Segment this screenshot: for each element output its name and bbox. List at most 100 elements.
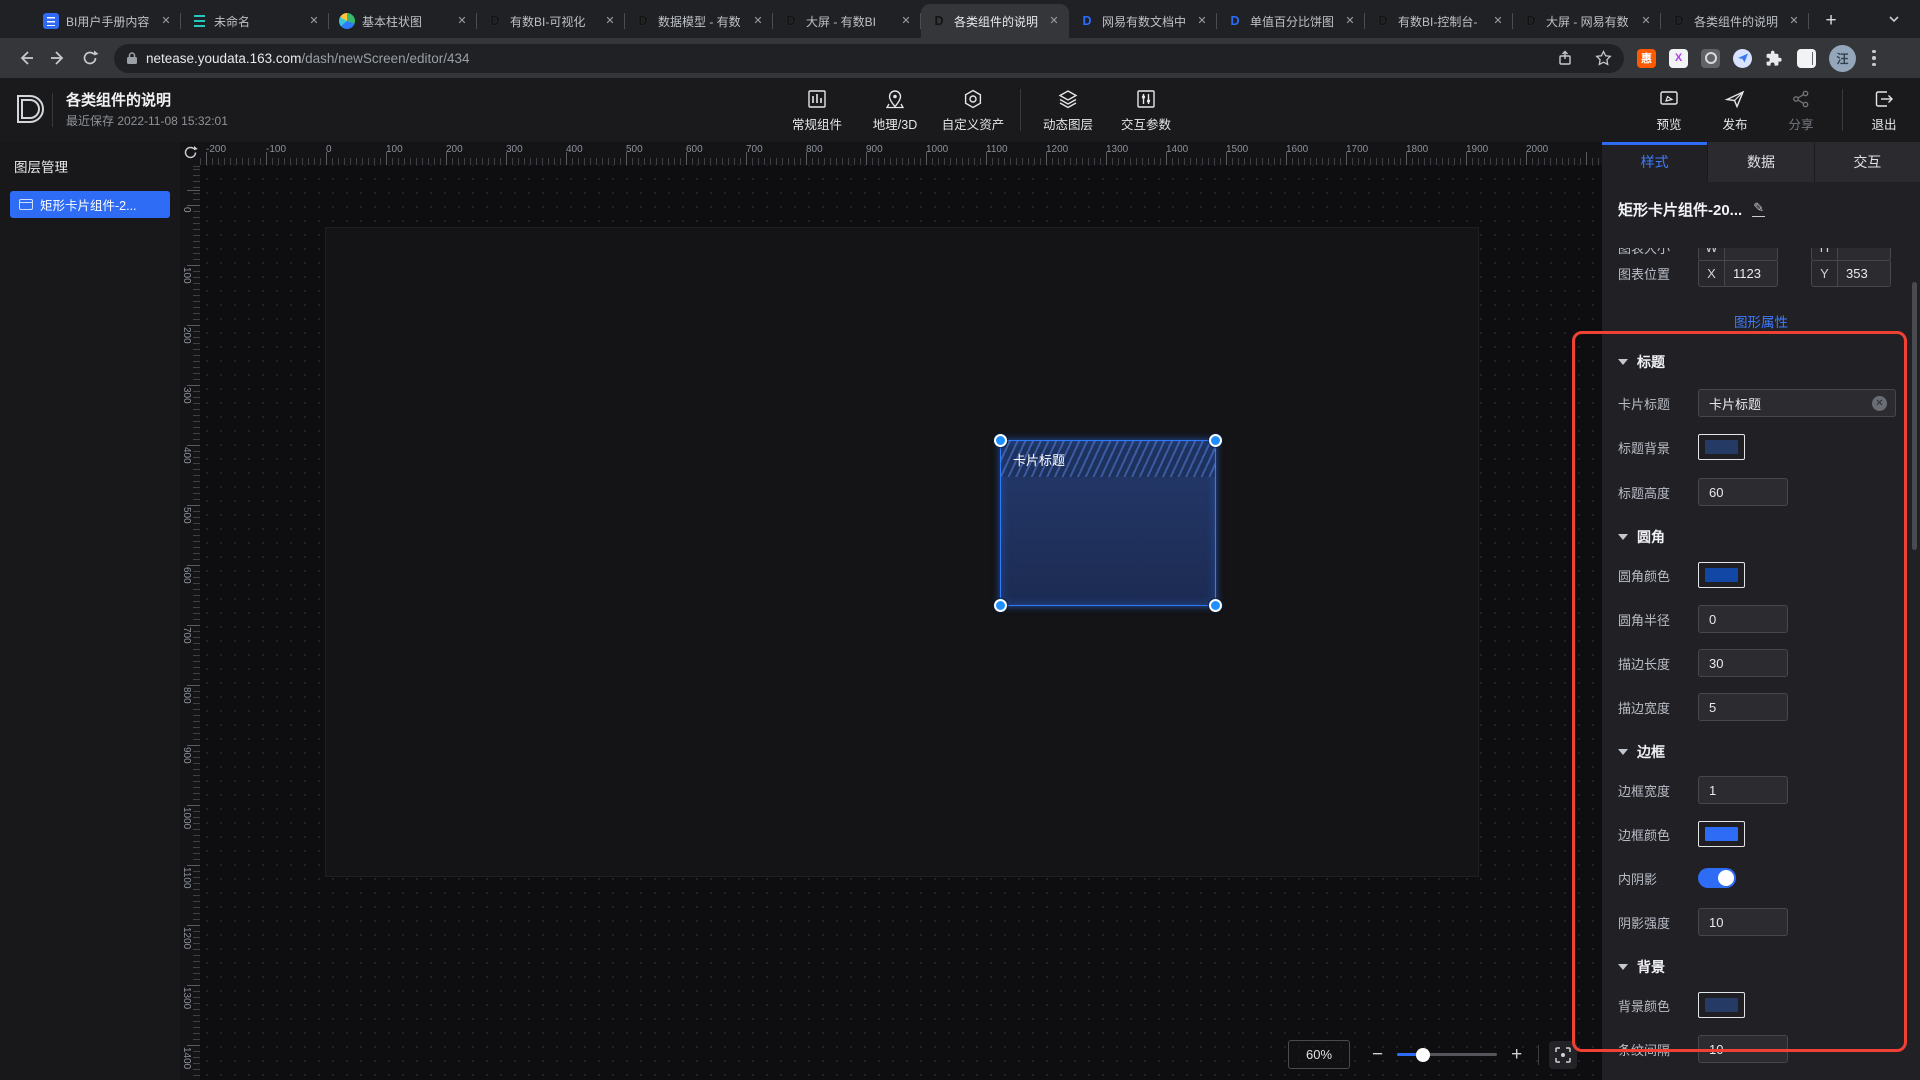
browser-tab[interactable]: 有数BI-可视化 ✕ bbox=[477, 4, 625, 38]
background-color-picker[interactable] bbox=[1698, 992, 1745, 1018]
tab-close-icon[interactable]: ✕ bbox=[306, 13, 322, 29]
browser-tab[interactable]: 数据模型 - 有数 ✕ bbox=[625, 4, 773, 38]
browser-tab[interactable]: 单值百分比饼图 ✕ bbox=[1217, 4, 1365, 38]
browser-tab[interactable]: 大屏 - 有数BI ✕ bbox=[773, 4, 921, 38]
section-corner-header[interactable]: 圆角 bbox=[1618, 526, 1904, 548]
browser-tab[interactable]: BI用户手册内容 ✕ bbox=[33, 4, 181, 38]
ruler-tick-label: 500 bbox=[181, 507, 192, 524]
tool-interaction-params[interactable]: 交互参数 bbox=[1107, 88, 1185, 133]
tab-close-icon[interactable]: ✕ bbox=[1342, 13, 1358, 29]
resize-handle-top-right[interactable] bbox=[1209, 434, 1222, 447]
fit-to-screen-button[interactable] bbox=[1549, 1041, 1577, 1069]
border-width-input[interactable]: 1 bbox=[1698, 776, 1788, 804]
corner-radius-input[interactable]: 0 bbox=[1698, 605, 1788, 633]
share-button[interactable]: 分享 bbox=[1768, 88, 1834, 133]
side-panel-icon[interactable] bbox=[1797, 49, 1816, 68]
extension-bird-icon[interactable] bbox=[1733, 49, 1752, 68]
browser-tab[interactable]: 基本柱状图 ✕ bbox=[329, 4, 477, 38]
browser-tab[interactable]: 未命名 ✕ bbox=[181, 4, 329, 38]
tab-close-icon[interactable]: ✕ bbox=[602, 13, 618, 29]
stroke-length-input[interactable]: 30 bbox=[1698, 649, 1788, 677]
tab-close-icon[interactable]: ✕ bbox=[898, 13, 914, 29]
extension-x-icon[interactable]: X bbox=[1669, 49, 1688, 68]
card-title-input[interactable]: 卡片标题 ✕ bbox=[1698, 389, 1896, 417]
zoom-slider-knob[interactable] bbox=[1416, 1048, 1430, 1062]
extension-hui-icon[interactable]: 惠 bbox=[1637, 49, 1656, 68]
tool-custom-assets[interactable]: 自定义资产 bbox=[934, 88, 1012, 133]
height-input[interactable]: H bbox=[1811, 248, 1891, 261]
share-page-icon[interactable] bbox=[1557, 50, 1573, 66]
collapse-caret-icon bbox=[1618, 964, 1628, 970]
new-tab-button[interactable]: + bbox=[1817, 7, 1845, 35]
tab-close-icon[interactable]: ✕ bbox=[1786, 13, 1802, 29]
tab-close-icon[interactable]: ✕ bbox=[1490, 13, 1506, 29]
extension-capture-icon[interactable] bbox=[1701, 49, 1720, 68]
browser-tab[interactable]: 网易有数文档中 ✕ bbox=[1069, 4, 1217, 38]
tab-close-icon[interactable]: ✕ bbox=[1046, 13, 1062, 29]
layer-item-selected[interactable]: 矩形卡片组件-2... bbox=[10, 191, 170, 218]
section-title-header[interactable]: 标题 bbox=[1618, 351, 1904, 373]
tool-regular-components[interactable]: 常规组件 bbox=[778, 88, 856, 133]
forward-button[interactable] bbox=[44, 44, 72, 72]
y-position-input[interactable]: Y 353 bbox=[1811, 259, 1891, 287]
inspector-tab[interactable]: 交互 bbox=[1815, 142, 1920, 182]
tab-favicon bbox=[931, 13, 947, 29]
extensions-puzzle-icon[interactable] bbox=[1765, 49, 1784, 68]
publish-button[interactable]: 发布 bbox=[1702, 88, 1768, 133]
border-color-picker[interactable] bbox=[1698, 821, 1745, 847]
canvas-area[interactable]: -200-10001002003004005006007008009001000… bbox=[180, 142, 1602, 1080]
design-artboard[interactable] bbox=[326, 228, 1478, 876]
stroke-width-input[interactable]: 5 bbox=[1698, 693, 1788, 721]
zoom-slider[interactable] bbox=[1397, 1053, 1497, 1056]
inspector-scrollbar-thumb[interactable] bbox=[1912, 282, 1917, 550]
corner-color-picker[interactable] bbox=[1698, 562, 1745, 588]
shadow-strength-input[interactable]: 10 bbox=[1698, 908, 1788, 936]
width-input[interactable]: W bbox=[1698, 248, 1778, 261]
x-position-input[interactable]: X 1123 bbox=[1698, 259, 1778, 287]
youdata-logo bbox=[12, 90, 46, 130]
inspector-tab[interactable]: 样式 bbox=[1602, 142, 1708, 182]
rename-pencil-icon[interactable]: ✎ bbox=[1752, 201, 1765, 217]
tab-favicon bbox=[1375, 13, 1391, 29]
inner-shadow-toggle[interactable] bbox=[1698, 868, 1736, 888]
title-height-input[interactable]: 60 bbox=[1698, 478, 1788, 506]
resize-handle-bottom-left[interactable] bbox=[994, 599, 1007, 612]
reload-button[interactable] bbox=[76, 44, 104, 72]
tool-dynamic-layers[interactable]: 动态图层 bbox=[1029, 88, 1107, 133]
tab-search-chevron-icon[interactable] bbox=[1886, 11, 1902, 27]
exit-button[interactable]: 退出 bbox=[1851, 88, 1917, 133]
address-bar[interactable]: netease.youdata.163.com/dash/newScreen/e… bbox=[114, 44, 1624, 73]
preview-button[interactable]: 预览 bbox=[1636, 88, 1702, 133]
ruler-tick-label: 1000 bbox=[181, 807, 192, 829]
resize-handle-bottom-right[interactable] bbox=[1209, 599, 1222, 612]
browser-tab[interactable]: 各类组件的说明 ✕ bbox=[1661, 4, 1809, 38]
zoom-out-button[interactable]: − bbox=[1362, 1044, 1393, 1066]
zoom-in-button[interactable]: + bbox=[1501, 1044, 1532, 1066]
tab-close-icon[interactable]: ✕ bbox=[1194, 13, 1210, 29]
bookmark-star-icon[interactable] bbox=[1595, 50, 1612, 67]
clear-input-icon[interactable]: ✕ bbox=[1872, 396, 1887, 411]
browser-tab[interactable]: 有数BI-控制台- ✕ bbox=[1365, 4, 1513, 38]
preview-icon bbox=[1658, 88, 1680, 110]
reset-rotation-icon[interactable] bbox=[183, 145, 198, 160]
browser-tab[interactable]: 各类组件的说明 ✕ bbox=[921, 4, 1069, 38]
section-background-header[interactable]: 背景 bbox=[1618, 956, 1904, 978]
title-bg-color-picker[interactable] bbox=[1698, 434, 1745, 460]
tab-close-icon[interactable]: ✕ bbox=[1638, 13, 1654, 29]
tab-close-icon[interactable]: ✕ bbox=[158, 13, 174, 29]
tool-geo-3d[interactable]: 地理/3D bbox=[856, 88, 934, 133]
profile-avatar[interactable]: 汪 bbox=[1829, 45, 1856, 72]
section-border-header[interactable]: 边框 bbox=[1618, 741, 1904, 763]
browser-tab[interactable]: 大屏 - 网易有数 ✕ bbox=[1513, 4, 1661, 38]
zoom-level-box[interactable]: 60% bbox=[1288, 1040, 1350, 1069]
tab-close-icon[interactable]: ✕ bbox=[454, 13, 470, 29]
tab-close-icon[interactable]: ✕ bbox=[750, 13, 766, 29]
graphic-properties-link[interactable]: 图形属性 bbox=[1734, 311, 1788, 331]
inspector-tab[interactable]: 数据 bbox=[1708, 142, 1814, 182]
ruler-tick-label: 800 bbox=[181, 687, 192, 704]
browser-menu-icon[interactable] bbox=[1868, 46, 1880, 71]
stripe-gap-input[interactable]: 10 bbox=[1698, 1035, 1788, 1063]
back-button[interactable] bbox=[12, 44, 40, 72]
resize-handle-top-left[interactable] bbox=[994, 434, 1007, 447]
selected-card-component[interactable]: 卡片标题 bbox=[1000, 440, 1216, 606]
